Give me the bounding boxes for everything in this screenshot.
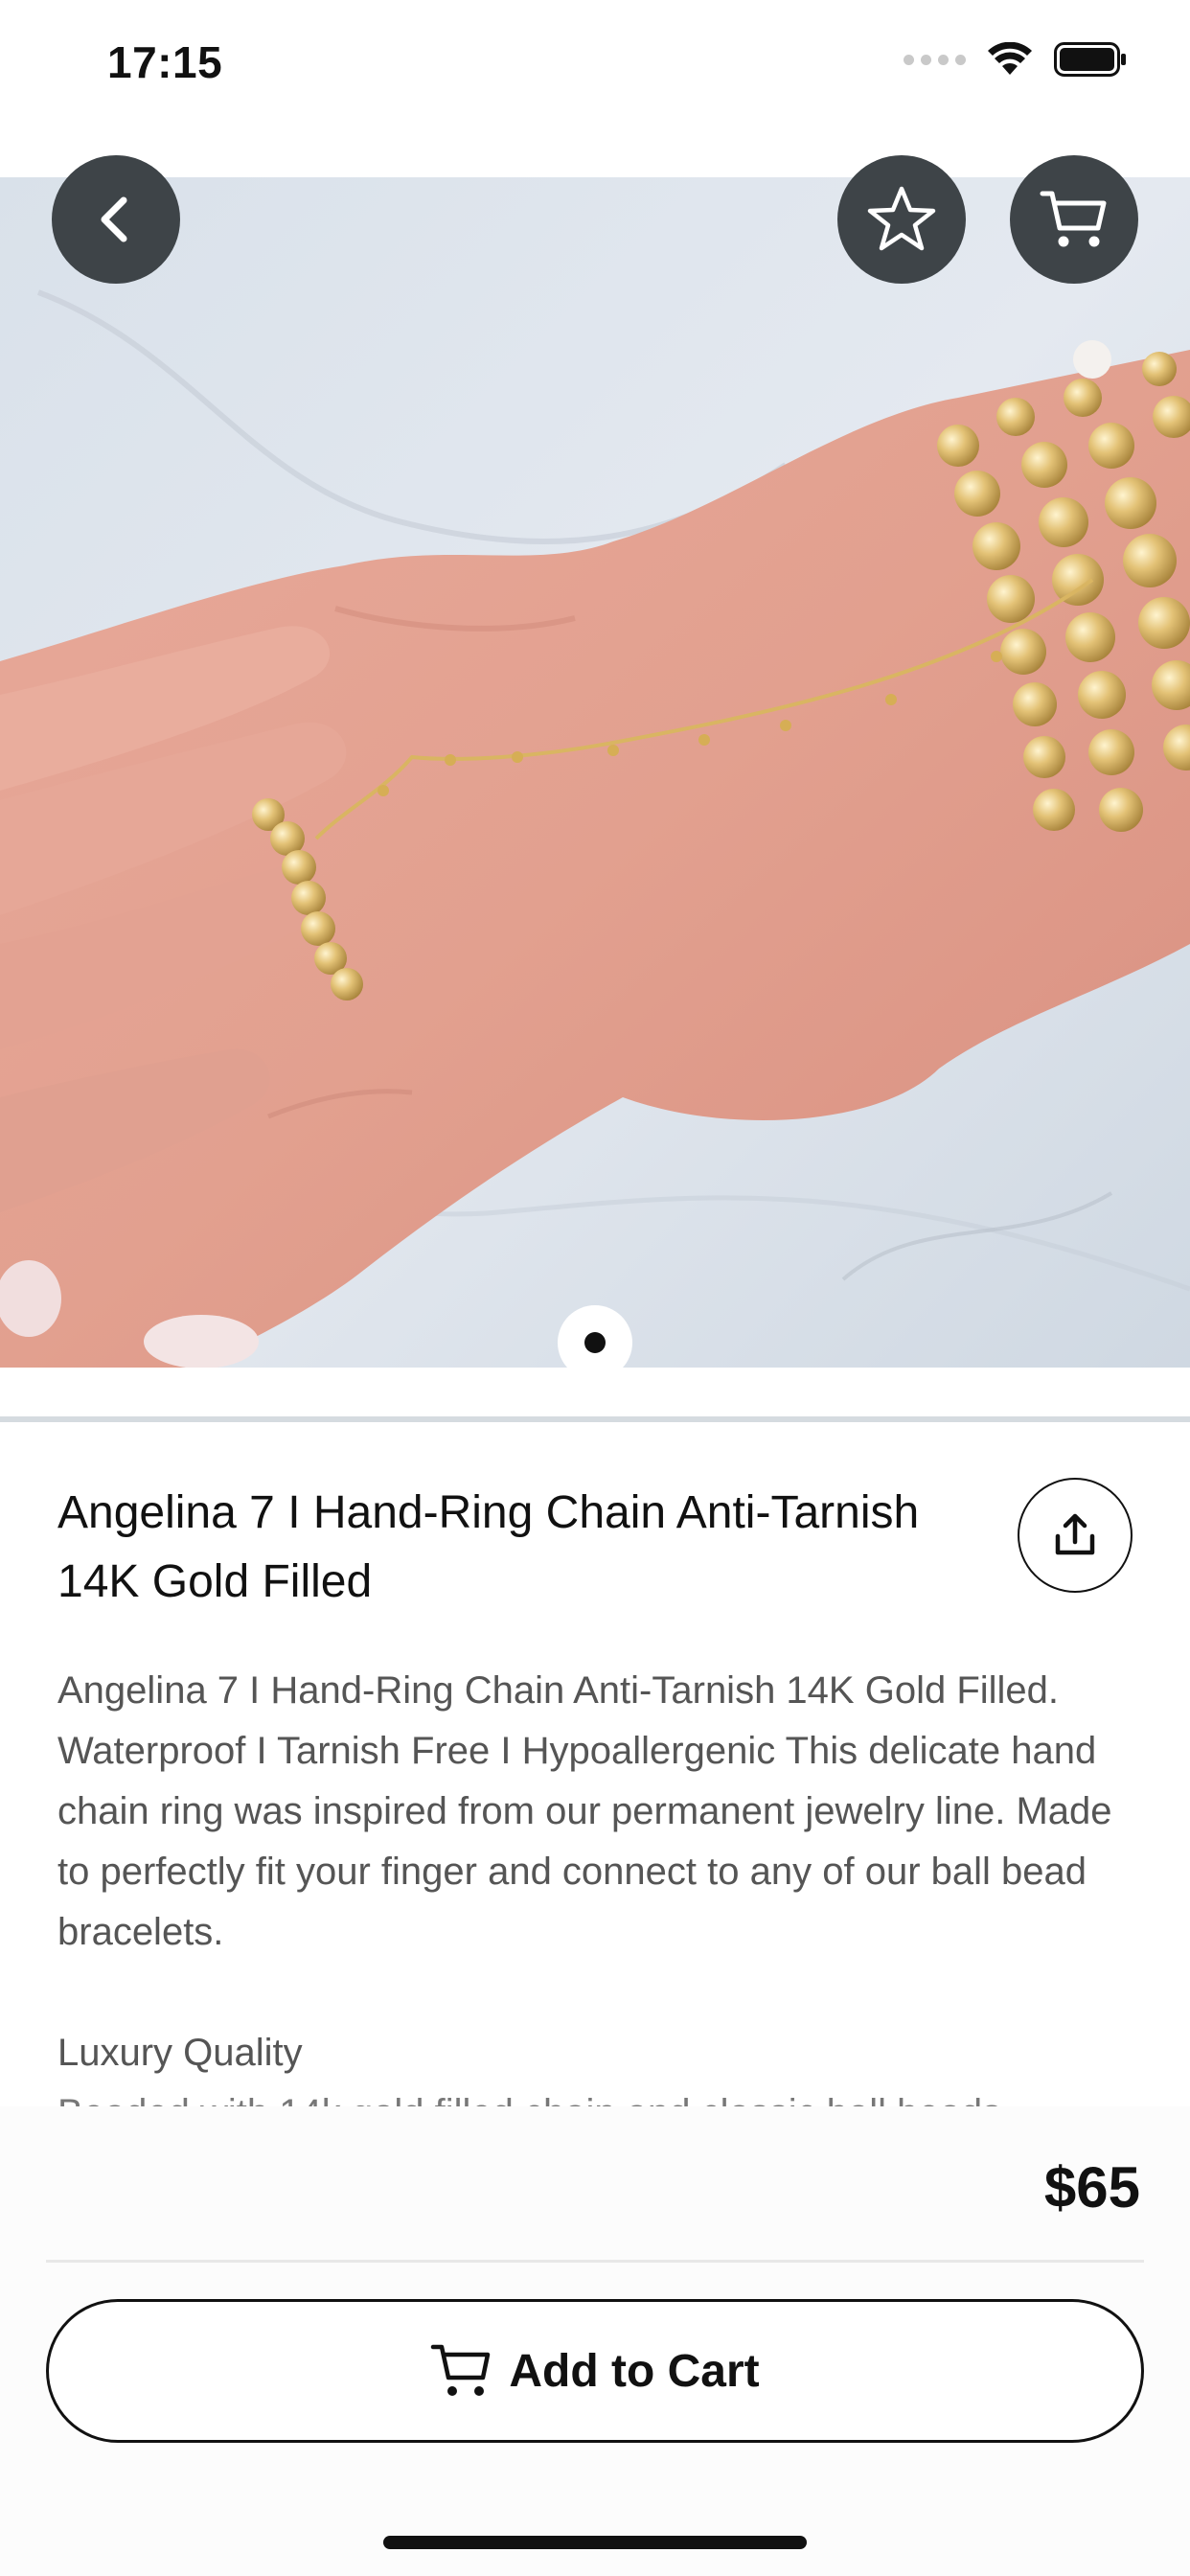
image-page-indicator[interactable] — [558, 1305, 632, 1380]
back-button[interactable] — [52, 155, 180, 284]
section-divider — [0, 1416, 1190, 1422]
cart-button[interactable] — [1010, 155, 1138, 284]
signal-dots-icon — [904, 54, 966, 65]
product-image[interactable] — [0, 177, 1190, 1368]
page-dot-active — [584, 1332, 606, 1353]
battery-icon — [1054, 42, 1126, 77]
share-button[interactable] — [1018, 1478, 1133, 1593]
price-divider — [46, 2260, 1144, 2263]
home-indicator — [383, 2536, 807, 2549]
cart-icon — [431, 2344, 491, 2396]
status-bar: 17:15 — [0, 0, 1190, 134]
wifi-icon — [988, 42, 1032, 75]
status-time: 17:15 — [107, 37, 223, 87]
product-title: Angelina 7 I Hand-Ring Chain Anti-Tarnis… — [57, 1487, 920, 1607]
description-heading: Luxury Quality — [57, 2032, 303, 2074]
product-price: $65 — [1043, 2155, 1140, 2220]
hand-ring-chain-photo — [0, 177, 1190, 1368]
add-to-cart-label: Add to Cart — [509, 2345, 760, 2397]
share-icon — [1055, 1513, 1095, 1555]
cart-icon — [1040, 191, 1107, 247]
favorite-button[interactable] — [837, 155, 966, 284]
description-cut-line: Beaded with 14k gold filled chain and cl… — [57, 2083, 1140, 2106]
description-paragraph: Angelina 7 I Hand-Ring Chain Anti-Tarnis… — [57, 1669, 1112, 1953]
chevron-left-icon — [101, 196, 127, 242]
add-to-cart-button[interactable]: Add to Cart — [46, 2299, 1144, 2443]
status-icons — [904, 42, 1127, 77]
product-description: Angelina 7 I Hand-Ring Chain Anti-Tarnis… — [57, 1661, 1140, 2106]
star-icon — [867, 186, 936, 251]
